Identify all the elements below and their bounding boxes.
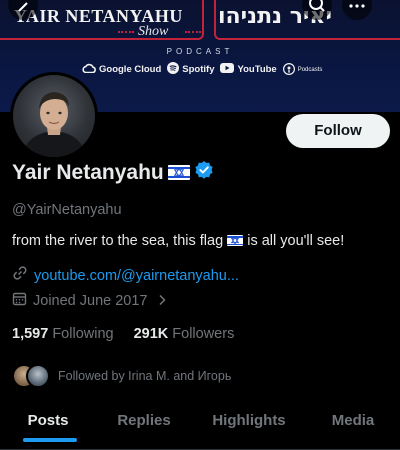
verified-badge-icon[interactable] (194, 160, 214, 185)
back-button[interactable] (8, 0, 38, 20)
tab-label: Media (331, 412, 375, 429)
tab-highlights[interactable]: Highlights (192, 398, 306, 449)
apple-podcasts-icon (282, 62, 295, 77)
profile-link-row: youtube.com/@yairnetanyahu... (12, 265, 239, 286)
tab-posts[interactable]: Posts (0, 398, 96, 449)
following-count: 1,597 (12, 326, 49, 342)
israel-flag-icon (227, 235, 244, 246)
bio-text-end: is all you'll see! (243, 233, 345, 249)
tab-media[interactable]: Media (306, 398, 400, 449)
calendar-icon (12, 291, 27, 311)
followers-label: Followers (172, 326, 235, 342)
tab-label: Replies (117, 412, 171, 429)
tab-label: Posts (27, 412, 69, 429)
banner-dots-right (185, 31, 201, 33)
google-cloud-icon (82, 63, 96, 76)
follow-stats: 1,597 Following 291K Followers (12, 326, 234, 342)
tab-replies[interactable]: Replies (96, 398, 192, 449)
platform-label: Spotify (182, 64, 215, 75)
more-options-button[interactable] (342, 0, 372, 20)
profile-link[interactable]: youtube.com/@yairnetanyahu... (34, 268, 239, 284)
display-name-row: Yair Netanyahu (12, 160, 214, 185)
link-icon (12, 265, 28, 286)
banner-dots-left (118, 31, 134, 33)
search-icon (309, 0, 325, 12)
banner-podcast-label: PODCAST (166, 47, 234, 56)
platform-spotify: Spotify (167, 62, 214, 77)
platform-label: Podcasts (297, 66, 323, 73)
platform-podcasts: Podcasts (282, 62, 323, 77)
following-label: Following (52, 326, 114, 342)
active-tab-indicator (23, 438, 77, 442)
platform-youtube: YouTube (220, 63, 277, 76)
platform-label: Google Cloud (99, 64, 162, 75)
youtube-icon (220, 63, 235, 76)
bio: from the river to the sea, this flag is … (12, 233, 344, 249)
platform-google-cloud: Google Cloud (82, 63, 161, 76)
avatar (26, 364, 50, 388)
avatar[interactable] (10, 72, 98, 160)
banner-platforms: Google Cloud Spotify YouTube Podcasts (82, 62, 322, 77)
more-icon (349, 4, 365, 8)
banner-subtitle-en: Show (138, 24, 169, 39)
followers-stat[interactable]: 291K Followers (134, 326, 235, 342)
followed-by-row[interactable]: Followed by Irina M. and Игорь (12, 364, 231, 388)
tab-label: Highlights (212, 412, 286, 429)
bio-text-start: from the river to the sea, this flag (12, 233, 228, 249)
spotify-icon (167, 62, 180, 77)
joined-row[interactable]: Joined June 2017 (12, 291, 166, 311)
search-button[interactable] (302, 0, 332, 20)
back-arrow-icon (18, 2, 28, 12)
star-of-david-icon (231, 237, 240, 244)
israel-flag-icon (167, 165, 190, 180)
chevron-right-icon (158, 293, 166, 309)
followed-by-avatars (12, 364, 50, 388)
followers-count: 291K (133, 326, 169, 342)
star-of-david-icon (173, 168, 184, 177)
user-handle: @YairNetanyahu (12, 202, 122, 218)
follow-button[interactable]: Follow (286, 114, 390, 148)
platform-label: YouTube (237, 64, 277, 75)
joined-date: Joined June 2017 (33, 293, 148, 309)
following-stat[interactable]: 1,597 Following (12, 326, 114, 342)
followed-by-text: Followed by Irina M. and Игорь (58, 369, 232, 383)
profile-tabs: Posts Replies Highlights Media (0, 398, 400, 450)
avatar-photo (21, 92, 87, 157)
display-name: Yair Netanyahu (12, 160, 164, 184)
